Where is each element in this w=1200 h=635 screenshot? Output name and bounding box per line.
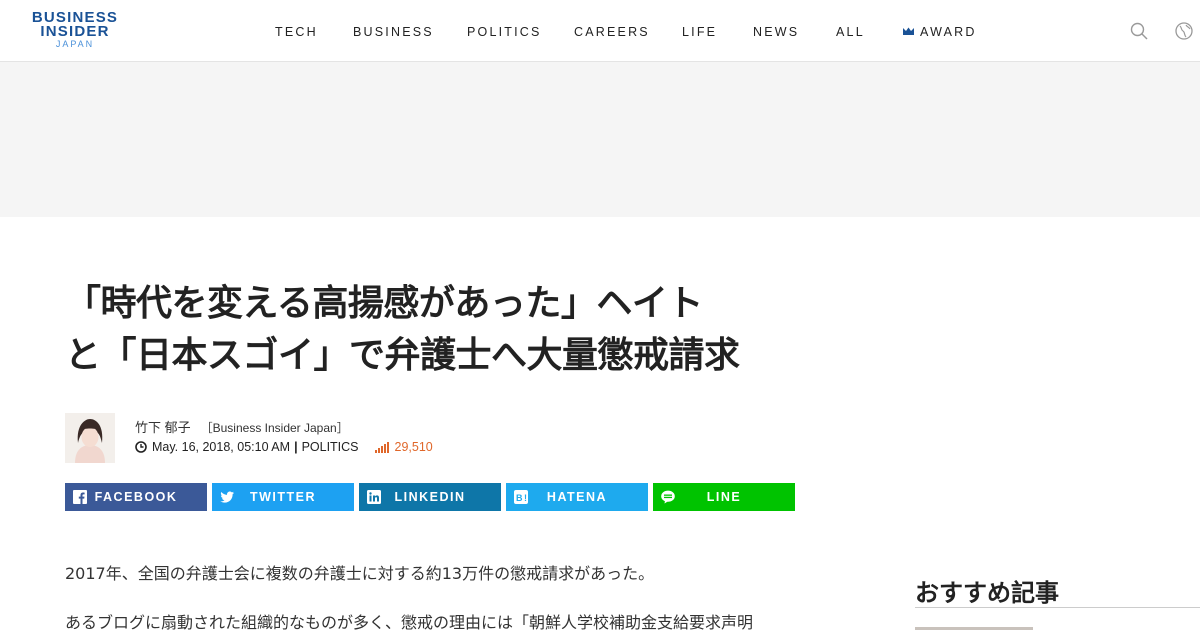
article-paragraph-2: あるブログに扇動された組織的なものが多く、懲戒の理由には「朝鮮人学校補助金支給要… [65, 613, 754, 632]
main-nav: TECH BUSINESS POLITICS CAREERS LIFE NEWS… [0, 0, 1200, 62]
search-icon[interactable] [1130, 22, 1148, 40]
share-twitter-button[interactable]: TWITTER [212, 483, 354, 511]
share-twitter-label: TWITTER [249, 490, 317, 504]
nav-item-business[interactable]: BUSINESS [353, 25, 434, 39]
ad-banner-area [0, 62, 1200, 217]
nav-item-careers[interactable]: CAREERS [574, 25, 650, 39]
author-name[interactable]: 竹下 郁子 [135, 420, 191, 435]
author-line: 竹下 郁子 ［Business Insider Japan］ [135, 417, 349, 436]
views-icon [374, 442, 389, 453]
nav-item-award-label: AWARD [920, 25, 977, 39]
share-hatena-button[interactable]: B! HATENA [506, 483, 648, 511]
share-facebook-label: FACEBOOK [94, 490, 178, 504]
recommended-divider [915, 607, 1200, 608]
nav-item-award[interactable]: AWARD [903, 25, 977, 39]
article-paragraph-1: 2017年、全国の弁護士会に複数の弁護士に対する約13万件の懲戒請求があった。 [65, 564, 655, 583]
recommended-heading: おすすめ記事 [915, 579, 1059, 607]
site-header: BUSINESS INSIDER JAPAN TECH BUSINESS POL… [0, 0, 1200, 62]
nav-item-tech[interactable]: TECH [275, 25, 318, 39]
nav-item-life[interactable]: LIFE [682, 25, 717, 39]
publication-name: ［Business Insider Japan］ [200, 421, 349, 435]
nav-item-politics[interactable]: POLITICS [467, 25, 542, 39]
share-facebook-button[interactable]: FACEBOOK [65, 483, 207, 511]
share-linkedin-button[interactable]: LINKEDIN [359, 483, 501, 511]
share-line-button[interactable]: LINE [653, 483, 795, 511]
author-avatar-image [65, 413, 115, 463]
author-avatar[interactable] [65, 413, 115, 463]
publish-date: May. 16, 2018, 05:10 AM [152, 440, 291, 454]
clock-icon [135, 441, 147, 453]
share-hatena-label: HATENA [546, 490, 608, 504]
award-icon [903, 27, 914, 35]
article-title-line-2: と「日本スゴイ」で弁護士へ大量懲戒請求 [65, 335, 740, 376]
nav-item-all[interactable]: ALL [836, 25, 865, 39]
globe-icon[interactable] [1175, 22, 1193, 40]
share-linkedin-label: LINKEDIN [394, 490, 466, 504]
article-title-line-1: 「時代を変える高揚感があった」ヘイト [65, 283, 703, 324]
nav-item-news[interactable]: NEWS [753, 25, 799, 39]
view-count: 29,510 [394, 440, 433, 454]
share-line-label: LINE [706, 490, 742, 504]
article-title: 「時代を変える高揚感があった」ヘイト と「日本スゴイ」で弁護士へ大量懲戒請求 [65, 278, 825, 382]
article-category[interactable]: POLITICS [302, 440, 359, 454]
article-meta: May. 16, 2018, 05:10 AM | POLITICS 29,51… [135, 440, 433, 454]
meta-separator: | [294, 440, 298, 454]
